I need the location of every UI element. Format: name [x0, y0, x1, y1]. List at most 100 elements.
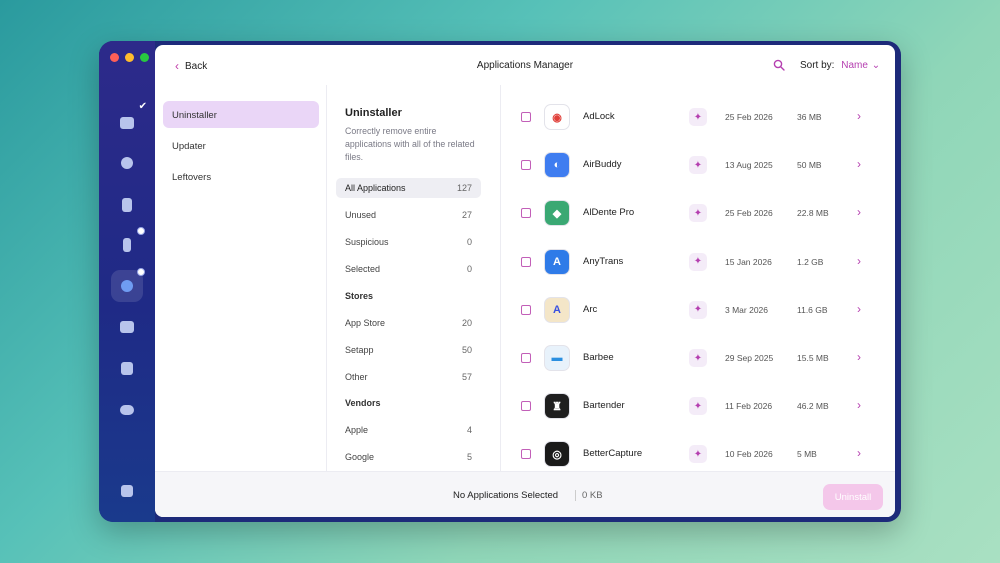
chevron-right-icon[interactable]: ›: [857, 157, 861, 171]
app-date: 29 Sep 2025: [725, 353, 774, 363]
filter-label: All Applications: [345, 183, 406, 193]
chevron-right-icon[interactable]: ›: [857, 205, 861, 219]
app-checkbox[interactable]: [521, 449, 531, 460]
category-leftovers[interactable]: Leftovers: [163, 163, 319, 190]
stores-heading: Stores: [345, 291, 374, 301]
hand-icon[interactable]: [111, 189, 143, 221]
sparkle-icon[interactable]: ✦: [689, 445, 707, 464]
sparkle-icon[interactable]: ✦: [689, 300, 707, 319]
filter-count: 0: [466, 237, 472, 247]
folder-icon[interactable]: [111, 311, 143, 343]
app-row[interactable]: A Arc ✦ 3 Mar 2026 11.6 GB ›: [501, 286, 895, 334]
filter-label: App Store: [345, 318, 386, 328]
bolt-icon[interactable]: [111, 227, 145, 261]
filter-count: 4: [466, 425, 472, 435]
sort-value[interactable]: Name: [841, 60, 868, 71]
close-window-button[interactable]: [110, 53, 119, 62]
app-list: ◉ AdLock ✦ 25 Feb 2026 36 MB › ◐ AirBuddy ✦ 13 Au…: [501, 85, 895, 471]
minimize-window-button[interactable]: [125, 53, 134, 62]
app-size: 22.8 MB: [797, 208, 829, 219]
traffic-lights: [110, 53, 149, 62]
app-name: Arc: [583, 303, 598, 315]
chevron-right-icon[interactable]: ›: [857, 302, 861, 316]
app-row[interactable]: ◎ BetterCapture ✦ 10 Feb 2026 5 MB ›: [501, 430, 895, 471]
zoom-window-button[interactable]: [140, 53, 149, 62]
airbuddy-icon: ◐: [545, 153, 569, 178]
filter-count: 57: [461, 372, 472, 382]
filter-label: Setapp: [345, 345, 374, 355]
sparkle-icon[interactable]: ✦: [689, 252, 707, 271]
bettercapture-icon: ◎: [545, 442, 569, 467]
app-row[interactable]: ▬ Barbee ✦ 29 Sep 2025 15.5 MB ›: [501, 334, 895, 382]
filter-other[interactable]: Other 57: [336, 367, 481, 387]
app-date: 11 Feb 2026: [725, 401, 773, 412]
cloud-icon[interactable]: [111, 394, 143, 426]
app-date: 10 Feb 2026: [725, 449, 773, 460]
disk-icon[interactable]: [111, 147, 143, 179]
app-row[interactable]: A AnyTrans ✦ 15 Jan 2026 1.2 GB ›: [501, 238, 895, 286]
sparkle-icon[interactable]: ✦: [689, 349, 707, 367]
app-row[interactable]: ◆ AlDente Pro ✦ 25 Feb 2026 22.8 MB ›: [501, 189, 895, 237]
filter-suspicious[interactable]: Suspicious 0: [336, 232, 481, 252]
filter-google[interactable]: Google 5: [336, 447, 481, 467]
filter-unused[interactable]: Unused 27: [336, 205, 481, 225]
drive-icon[interactable]: [111, 352, 143, 384]
app-checkbox[interactable]: [521, 208, 531, 219]
chevron-right-icon[interactable]: ›: [857, 109, 861, 123]
sparkle-icon[interactable]: ✦: [689, 397, 707, 416]
filter-label: Suspicious: [345, 237, 389, 247]
sparkle-icon[interactable]: ✦: [689, 156, 707, 175]
app-checkbox[interactable]: [521, 160, 531, 171]
app-name: Barbee: [583, 352, 614, 363]
app-size: 36 MB: [797, 112, 822, 122]
category-uninstaller[interactable]: Uninstaller: [163, 101, 319, 128]
app-checkbox[interactable]: [521, 304, 531, 315]
sparkle-icon[interactable]: ✦: [689, 108, 707, 126]
filter-count: 20: [461, 318, 472, 328]
sparkle-icon[interactable]: ✦: [689, 204, 707, 223]
category-updater[interactable]: Updater: [163, 132, 319, 159]
app-size: 1.2 GB: [797, 256, 824, 267]
app-name: AnyTrans: [583, 255, 624, 267]
filter-setapp[interactable]: Setapp 50: [336, 340, 481, 360]
filter-description: Correctly remove entire applications wit…: [345, 126, 475, 162]
app-date: 13 Aug 2025: [725, 160, 773, 171]
chevron-right-icon[interactable]: ›: [857, 254, 861, 268]
chevron-right-icon[interactable]: ›: [857, 350, 861, 364]
filter-label: Other: [345, 372, 368, 382]
filter-apple[interactable]: Apple 4: [336, 420, 481, 440]
app-store-icon[interactable]: [111, 268, 145, 302]
bartender-icon: ♜: [545, 394, 569, 419]
app-checkbox[interactable]: [521, 353, 531, 363]
app-window: ✔ ‹ Back Applications Manager Sort by: N…: [99, 41, 901, 522]
filter-app-store[interactable]: App Store 20: [336, 313, 481, 333]
app-date: 3 Mar 2026: [725, 304, 768, 315]
search-icon[interactable]: [773, 59, 785, 71]
chevron-right-icon[interactable]: ›: [857, 398, 861, 412]
app-name: Bartender: [583, 400, 625, 412]
adlock-icon: ◉: [545, 105, 569, 129]
app-row[interactable]: ♜ Bartender ✦ 11 Feb 2026 46.2 MB ›: [501, 382, 895, 430]
app-icon-glyph: ◆: [552, 207, 562, 220]
main-panel: ‹ Back Applications Manager Sort by: Nam…: [155, 45, 895, 517]
filter-count: 5: [466, 452, 472, 462]
filter-label: Unused: [345, 210, 377, 220]
app-checkbox[interactable]: [521, 112, 531, 122]
app-size: 15.5 MB: [797, 353, 829, 363]
monitor-icon[interactable]: ✔: [111, 101, 147, 139]
anytrans-icon: A: [545, 249, 569, 274]
app-icon-glyph: ▬: [551, 352, 563, 364]
app-checkbox[interactable]: [521, 256, 531, 267]
app-size: 46.2 MB: [797, 401, 829, 412]
sort-control[interactable]: Sort by: Name ⌄: [800, 60, 880, 71]
app-name: AirBuddy: [583, 159, 622, 171]
uninstall-button[interactable]: Uninstall: [823, 484, 883, 510]
app-name: AdLock: [583, 111, 615, 122]
app-checkbox[interactable]: [521, 401, 531, 412]
app-row[interactable]: ◐ AirBuddy ✦ 13 Aug 2025 50 MB ›: [501, 141, 895, 189]
chevron-right-icon[interactable]: ›: [857, 446, 861, 460]
filter-all-applications[interactable]: All Applications 127: [336, 178, 481, 198]
chart-icon[interactable]: [111, 475, 143, 507]
filter-selected[interactable]: Selected 0: [336, 259, 481, 279]
app-row[interactable]: ◉ AdLock ✦ 25 Feb 2026 36 MB ›: [501, 93, 895, 141]
